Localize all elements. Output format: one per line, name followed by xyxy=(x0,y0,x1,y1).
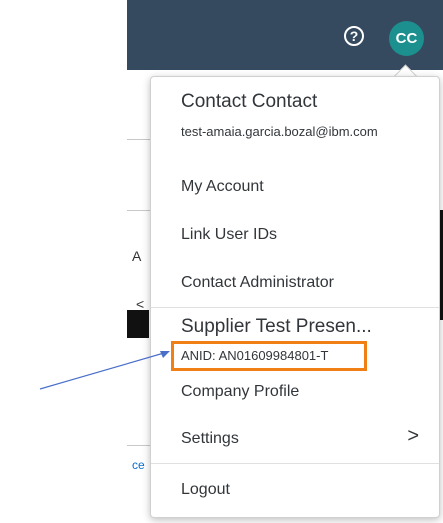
annotation-arrow xyxy=(39,351,170,390)
